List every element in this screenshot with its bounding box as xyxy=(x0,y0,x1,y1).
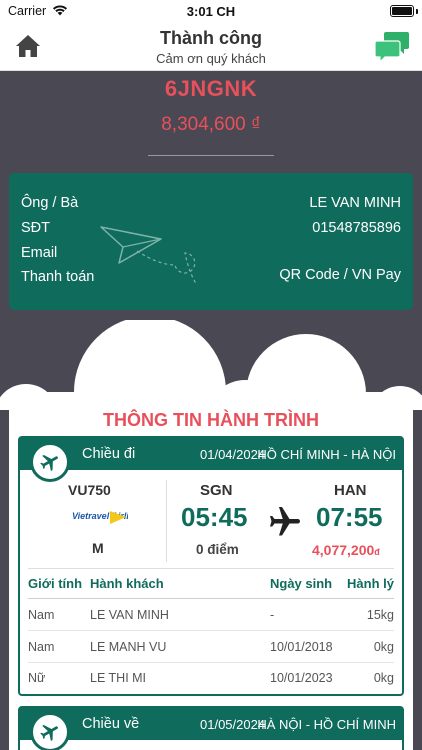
passenger-row: Nam LE MANH VU 10/01/2018 0kg xyxy=(20,640,402,658)
leg-date: 01/04/2024 xyxy=(200,447,266,462)
contact-value: 01548785896 xyxy=(312,220,401,236)
passenger-row: Nữ LE THI MI 10/01/2023 0kg xyxy=(20,671,402,689)
passenger-name: LE MANH VU xyxy=(90,640,167,654)
passenger-name: LE VAN MINH xyxy=(90,608,169,622)
section-divider xyxy=(28,568,394,569)
contact-label: SĐT xyxy=(21,220,50,236)
total-amount: 8,304,600 ₫ xyxy=(161,114,261,135)
column-baggage: Hành lý xyxy=(347,576,394,591)
leg-route: HÀ NỘI - HỒ CHÍ MINH xyxy=(257,717,396,732)
airline-logo: Vietravel Airlines xyxy=(72,511,128,524)
status-bar: Carrier 3:01 CH xyxy=(0,0,422,22)
column-gender: Giới tính xyxy=(28,576,83,591)
vertical-divider xyxy=(166,480,167,562)
leg-route: HỒ CHÍ MINH - HÀ NỘI xyxy=(257,447,396,462)
price-currency: đ xyxy=(374,547,380,557)
flight-number: VU750 xyxy=(68,482,111,498)
airplane-icon xyxy=(40,724,58,741)
passenger-baggage: 0kg xyxy=(373,640,394,654)
leg-direction: Chiều về xyxy=(82,716,140,732)
battery-icon xyxy=(390,5,414,17)
passenger-gender: Nam xyxy=(28,608,55,622)
row-divider xyxy=(28,630,394,631)
contact-value: QR Code / VN Pay xyxy=(279,267,401,283)
passenger-gender: Nam xyxy=(28,640,55,654)
passenger-dob: - xyxy=(270,608,275,622)
plane-badge xyxy=(30,712,70,750)
arrival-time: 07:55 xyxy=(316,502,383,532)
outbound-leg-card[interactable]: Chiều đi 01/04/2024 HỒ CHÍ MINH - HÀ NỘI… xyxy=(18,436,404,696)
table-divider xyxy=(28,598,394,599)
return-leg-card[interactable]: Chiều về 01/05/2024 HÀ NỘI - HỒ CHÍ MINH xyxy=(18,706,404,750)
passenger-name: LE THI MI xyxy=(90,671,147,685)
leg-price: 4,077,200đ xyxy=(312,542,380,558)
passenger-dob: 10/01/2018 xyxy=(270,640,333,654)
paper-plane-illustration xyxy=(100,226,198,286)
leg-header: Chiều đi 01/04/2024 HỒ CHÍ MINH - HÀ NỘI xyxy=(20,438,402,470)
passenger-gender: Nữ xyxy=(28,671,46,685)
passenger-dob: 10/01/2023 xyxy=(270,671,333,685)
page-title: Thành công xyxy=(160,28,262,48)
leg-direction: Chiều đi xyxy=(82,446,136,462)
itinerary-panel: THÔNG TIN HÀNH TRÌNH Chiều đi 01/04/2024… xyxy=(9,392,413,750)
contact-label: Email xyxy=(21,245,58,261)
airplane-icon xyxy=(40,454,58,471)
departure-code: SGN xyxy=(200,482,233,499)
clock: 3:01 CH xyxy=(186,4,236,19)
passenger-table-header: Giới tính Hành khách Ngày sinh Hành lý xyxy=(20,576,402,594)
plane-badge xyxy=(30,442,70,482)
departure-time: 05:45 xyxy=(181,502,248,532)
contact-label: Thanh toán xyxy=(21,269,95,285)
chat-icon[interactable] xyxy=(374,30,410,64)
contact-card: Ông / Bà LE VAN MINH SĐT 01548785896 Ema… xyxy=(9,173,413,310)
column-passenger: Hành khách xyxy=(90,576,164,591)
row-divider xyxy=(28,662,394,663)
itinerary-title: THÔNG TIN HÀNH TRÌNH xyxy=(103,410,319,430)
booking-code: 6JNGNK xyxy=(164,76,258,101)
contact-value: LE VAN MINH xyxy=(309,195,401,211)
fare-class: M xyxy=(92,540,104,556)
price-value: 4,077,200 xyxy=(312,542,375,558)
leg-date: 01/05/2024 xyxy=(200,717,266,732)
airplane-icon xyxy=(270,507,300,536)
arrival-code: HAN xyxy=(334,482,367,499)
leg-header: Chiều về 01/05/2024 HÀ NỘI - HỒ CHÍ MINH xyxy=(20,708,402,740)
page-subtitle: Cảm ơn quý khách xyxy=(156,51,266,66)
passenger-baggage: 15kg xyxy=(366,608,394,622)
contact-label: Ông / Bà xyxy=(21,195,79,211)
column-dob: Ngày sinh xyxy=(270,576,333,591)
passenger-baggage: 0kg xyxy=(373,671,394,685)
nav-header: Thành công Cảm ơn quý khách xyxy=(0,22,422,71)
battery-tip xyxy=(416,9,418,14)
points-label: 0 điểm xyxy=(196,542,239,557)
passenger-row: Nam LE VAN MINH - 15kg xyxy=(20,608,402,626)
amount-divider xyxy=(148,155,274,156)
